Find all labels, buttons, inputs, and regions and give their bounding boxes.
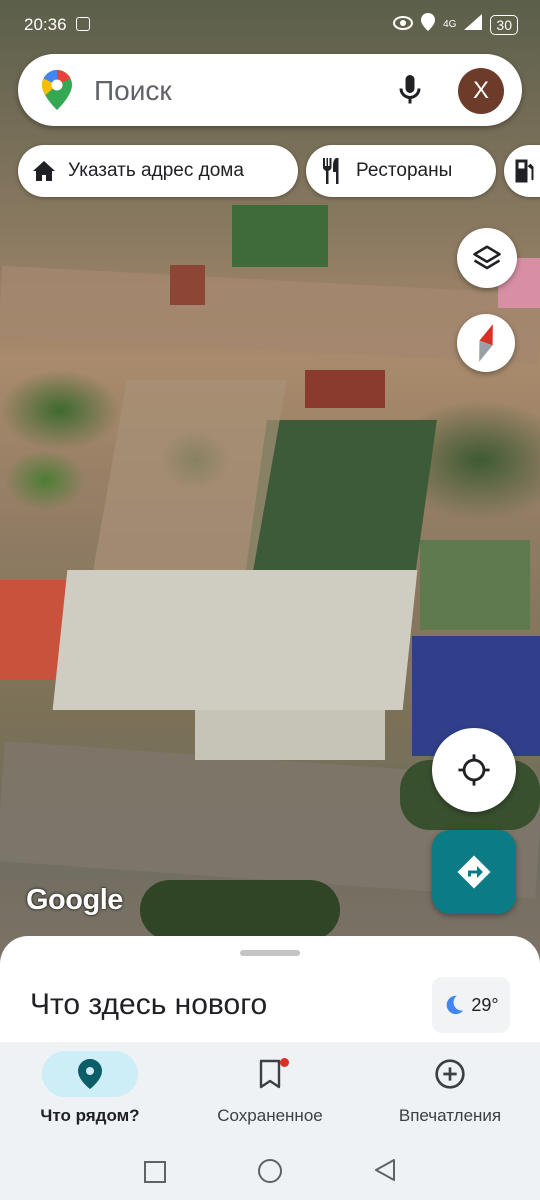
account-avatar[interactable]: Х [458, 68, 504, 114]
chip-label: Рестораны [356, 160, 453, 181]
layers-button[interactable] [457, 228, 517, 288]
chip-restaurants[interactable]: Рестораны [306, 145, 496, 197]
bottom-sheet[interactable]: Что здесь нового 29° [0, 936, 540, 1046]
network-type: 4G [443, 19, 457, 30]
nav-label: Впечатления [398, 1106, 502, 1125]
instagram-icon [76, 17, 90, 31]
nav-explore[interactable]: Что рядом? [0, 1050, 180, 1126]
google-maps-logo-icon [42, 70, 72, 115]
add-circle-icon [435, 1059, 465, 1089]
bookmark-icon [259, 1059, 281, 1089]
search-input[interactable]: Поиск [94, 75, 172, 107]
sheet-title: Что здесь нового [30, 988, 268, 1021]
compass-button[interactable] [457, 314, 515, 372]
back-icon [375, 1159, 395, 1181]
location-status-icon [421, 13, 436, 36]
weather-chip[interactable]: 29° [432, 977, 510, 1033]
restaurant-icon [323, 158, 339, 184]
nav-label: Что рядом? [40, 1106, 140, 1125]
chip-set-home-address[interactable]: Указать адрес дома [18, 145, 298, 197]
status-bar: 20:36 4G 30 [0, 0, 540, 50]
my-location-button[interactable] [432, 728, 516, 812]
signal-icon [464, 14, 483, 35]
gas-station-icon [515, 159, 534, 183]
weather-temperature: 29° [471, 994, 499, 1015]
nav-label: Сохраненное [217, 1106, 323, 1125]
home-icon [33, 161, 55, 181]
nav-contribute[interactable]: Впечатления [360, 1050, 540, 1126]
back-button[interactable] [374, 1158, 396, 1187]
bottom-navigation: Что рядом? Сохраненное Впечатления [0, 1042, 540, 1140]
nav-saved[interactable]: Сохраненное [180, 1050, 360, 1126]
directions-icon [457, 855, 491, 889]
google-attribution: Google [26, 884, 123, 916]
status-time: 20:36 [24, 15, 67, 34]
home-button[interactable] [258, 1159, 282, 1183]
notification-badge [280, 1058, 289, 1067]
recent-apps-button[interactable] [144, 1161, 166, 1183]
directions-button[interactable] [432, 830, 516, 914]
sheet-drag-handle[interactable] [240, 950, 300, 956]
crosshair-icon [458, 754, 490, 786]
battery-indicator: 30 [490, 14, 518, 35]
moon-icon [447, 995, 464, 1015]
eye-icon [393, 15, 414, 35]
layers-icon [473, 245, 501, 270]
microphone-icon[interactable] [392, 72, 428, 108]
compass-icon [479, 324, 493, 362]
search-bar[interactable]: Поиск Х [18, 54, 522, 126]
chip-label: Указать адрес дома [68, 160, 244, 181]
location-pin-icon [78, 1059, 102, 1089]
system-navigation-bar [0, 1140, 540, 1200]
